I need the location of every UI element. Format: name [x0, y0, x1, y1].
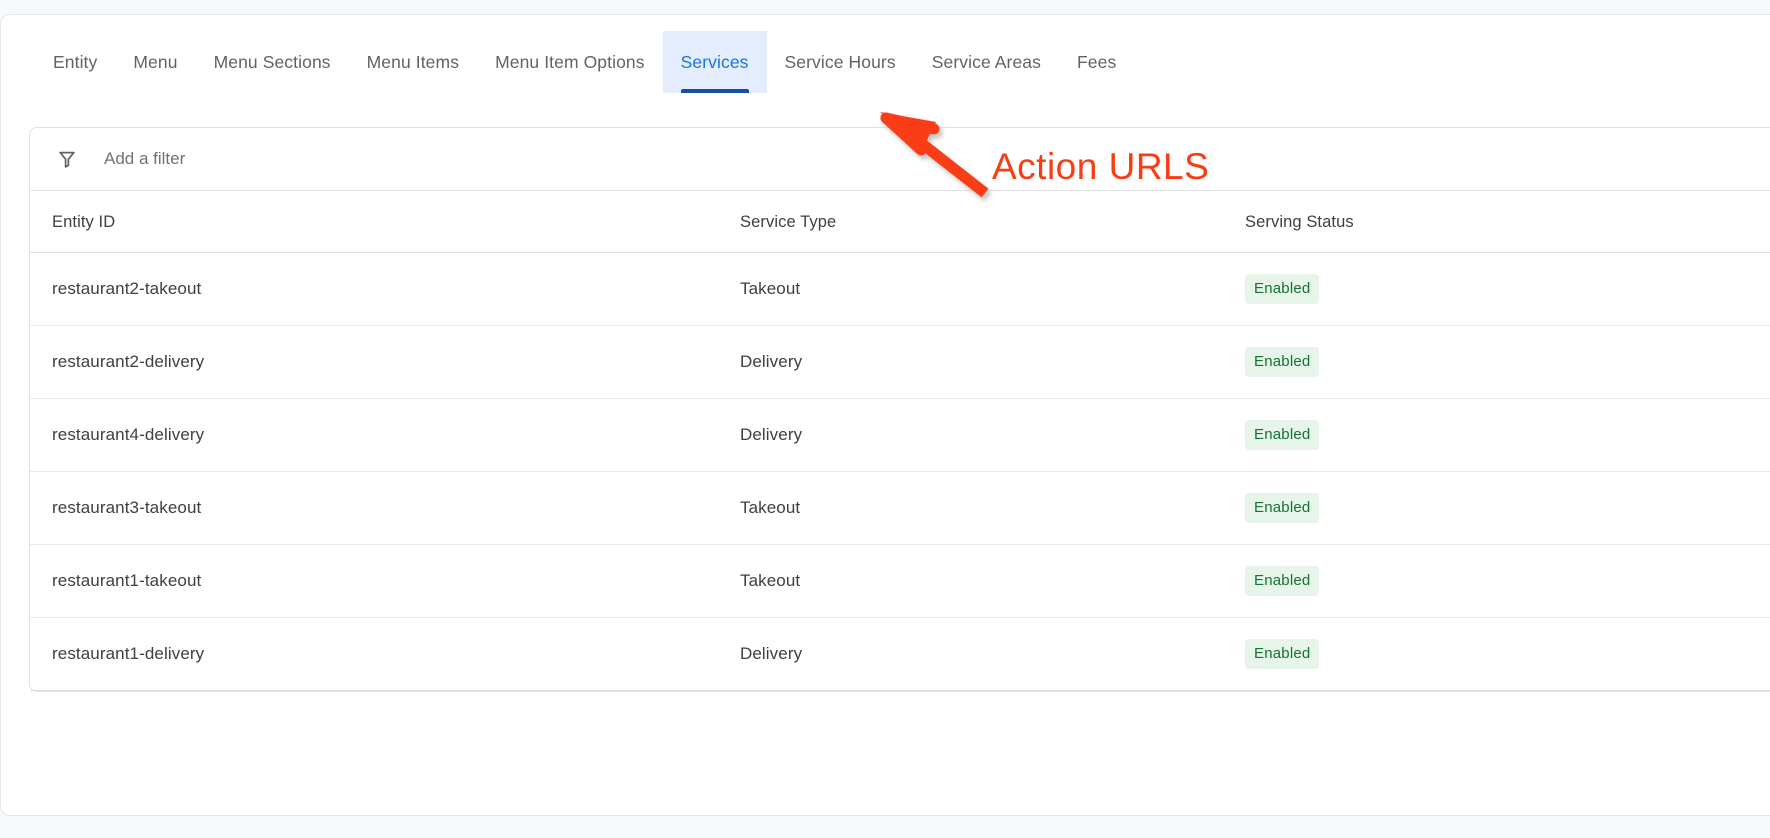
table-row[interactable]: restaurant3-takeout Takeout Enabled	[30, 471, 1770, 545]
tab-menu-sections[interactable]: Menu Sections	[196, 31, 349, 93]
status-badge: Enabled	[1245, 420, 1320, 450]
cell-serving-status: Enabled	[1245, 471, 1770, 545]
cell-service-type: Delivery	[740, 325, 1245, 399]
cell-service-type: Delivery	[740, 398, 1245, 472]
tab-entity[interactable]: Entity	[35, 31, 115, 93]
cell-entity-id: restaurant3-takeout	[30, 471, 740, 545]
tab-label: Services	[680, 51, 749, 72]
status-badge: Enabled	[1245, 493, 1320, 523]
filter-funnel-icon[interactable]	[52, 144, 82, 174]
column-header-serving-status[interactable]: Serving Status	[1245, 191, 1770, 253]
cell-serving-status: Enabled	[1245, 252, 1770, 326]
cell-serving-status: Enabled	[1245, 398, 1770, 472]
cell-serving-status: Enabled	[1245, 325, 1770, 399]
active-tab-underline	[680, 89, 749, 93]
status-badge: Enabled	[1245, 274, 1320, 304]
table-header-row: Entity ID Service Type Serving Status	[30, 191, 1770, 253]
cell-entity-id: restaurant2-takeout	[30, 252, 740, 326]
cell-service-type: Takeout	[740, 252, 1245, 326]
table-head: Entity ID Service Type Serving Status	[30, 191, 1770, 253]
tab-label: Menu Sections	[213, 51, 331, 72]
tab-strip: Entity Menu Menu Sections Menu Items Men…	[1, 31, 1134, 93]
tab-service-areas[interactable]: Service Areas	[914, 31, 1059, 93]
column-header-service-type[interactable]: Service Type	[740, 191, 1245, 253]
status-badge: Enabled	[1245, 347, 1320, 377]
page-card: Entity Menu Menu Sections Menu Items Men…	[0, 14, 1770, 816]
cell-serving-status: Enabled	[1245, 544, 1770, 618]
table-row[interactable]: restaurant4-delivery Delivery Enabled	[30, 398, 1770, 472]
tab-label: Menu	[133, 51, 178, 72]
tab-label: Entity	[53, 51, 98, 72]
table-row[interactable]: restaurant1-takeout Takeout Enabled	[30, 544, 1770, 618]
table-row[interactable]: restaurant2-delivery Delivery Enabled	[30, 325, 1770, 399]
tab-label: Menu Items	[366, 51, 460, 72]
cell-entity-id: restaurant1-takeout	[30, 544, 740, 618]
cell-serving-status: Enabled	[1245, 617, 1770, 691]
app-root: Entity Menu Menu Sections Menu Items Men…	[0, 0, 1770, 838]
table-row[interactable]: restaurant1-delivery Delivery Enabled	[30, 617, 1770, 691]
cell-entity-id: restaurant1-delivery	[30, 617, 740, 691]
status-badge: Enabled	[1245, 639, 1320, 669]
tab-label: Service Areas	[931, 51, 1041, 72]
column-header-entity-id[interactable]: Entity ID	[30, 191, 740, 253]
cell-service-type: Takeout	[740, 471, 1245, 545]
cell-service-type: Delivery	[740, 617, 1245, 691]
table-card: Entity ID Service Type Serving Status re…	[29, 127, 1770, 692]
filter-input[interactable]	[104, 139, 584, 179]
tab-label: Fees	[1076, 51, 1117, 72]
cell-entity-id: restaurant4-delivery	[30, 398, 740, 472]
status-badge: Enabled	[1245, 566, 1320, 596]
tab-menu-items[interactable]: Menu Items	[349, 31, 477, 93]
tab-services[interactable]: Services	[662, 31, 767, 93]
services-table: Entity ID Service Type Serving Status re…	[30, 191, 1770, 691]
tab-fees[interactable]: Fees	[1059, 31, 1134, 93]
tab-service-hours[interactable]: Service Hours	[767, 31, 914, 93]
tab-label: Service Hours	[784, 51, 896, 72]
tab-menu[interactable]: Menu	[115, 31, 195, 93]
table-row[interactable]: restaurant2-takeout Takeout Enabled	[30, 252, 1770, 326]
table-body: restaurant2-takeout Takeout Enabled rest…	[30, 252, 1770, 691]
tab-menu-item-options[interactable]: Menu Item Options	[477, 31, 663, 93]
filter-bar	[30, 128, 1770, 191]
cell-entity-id: restaurant2-delivery	[30, 325, 740, 399]
cell-service-type: Takeout	[740, 544, 1245, 618]
tab-label: Menu Item Options	[495, 51, 645, 72]
